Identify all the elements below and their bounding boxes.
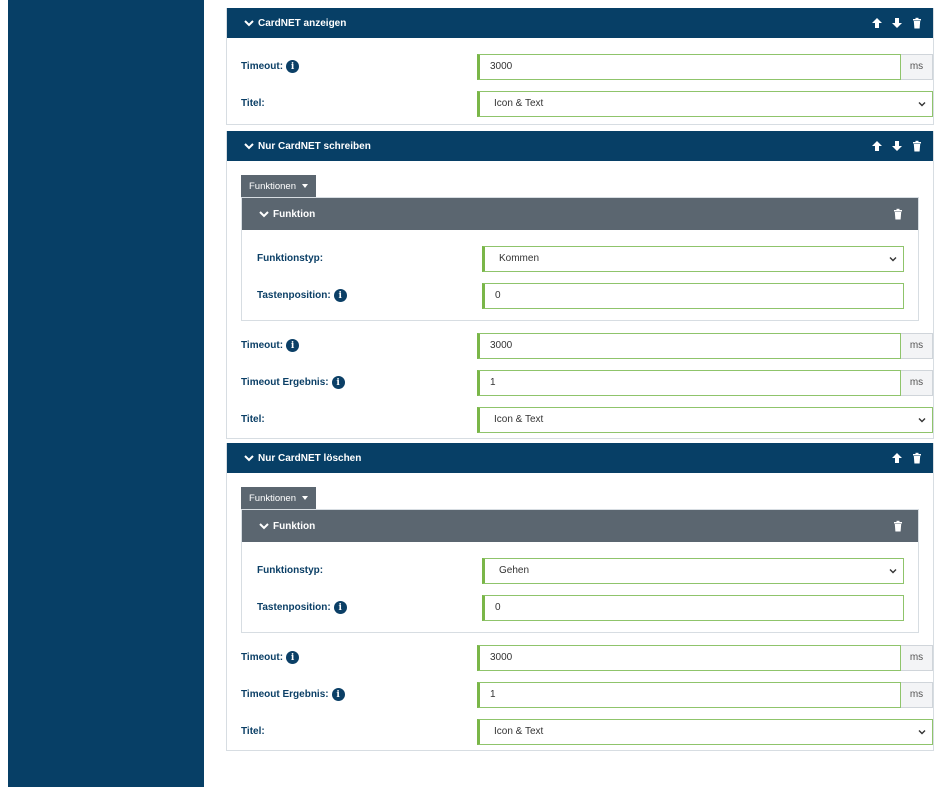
chevron-down-icon[interactable] (258, 520, 270, 532)
titel-select[interactable]: Icon & Text (477, 718, 933, 745)
info-icon[interactable]: i (286, 60, 300, 73)
chevron-down-icon[interactable] (243, 452, 255, 464)
funktionen-dropdown-label: Funktionen (249, 492, 297, 504)
section-header[interactable]: CardNET anzeigen (227, 8, 933, 38)
tastenposition-label: Tastenposition: (257, 602, 331, 613)
info-icon[interactable]: i (333, 601, 347, 614)
unit-addon: ms (901, 53, 933, 80)
funktionstyp-value: Gehen (499, 565, 530, 576)
funktionstyp-value: Kommen (499, 253, 540, 264)
section-nur-cardnet-loeschen: Nur CardNET löschen Funktionen Funktion (226, 443, 934, 751)
titel-row: Titel: Icon & Text (241, 85, 933, 122)
function-header[interactable]: Funktion (242, 198, 918, 230)
chevron-down-icon (918, 417, 926, 422)
function-header[interactable]: Funktion (242, 510, 918, 542)
tastenposition-input[interactable]: 0 (482, 594, 904, 621)
funktionstyp-row: Funktionstyp: Gehen (257, 552, 904, 589)
unit-addon: ms (901, 332, 933, 359)
arrow-up-icon[interactable] (871, 140, 883, 152)
timeout-label: Timeout: (241, 61, 284, 72)
section-header[interactable]: Nur CardNET löschen (227, 443, 933, 473)
caret-down-icon (302, 184, 309, 188)
timeout-row: Timeout: i 3000 ms (241, 48, 933, 85)
tastenposition-row: Tastenposition: i 0 (257, 589, 904, 626)
titel-label: Titel: (241, 726, 265, 737)
chevron-down-icon[interactable] (243, 17, 255, 29)
timeout-ergebnis-input[interactable]: 1 (477, 369, 901, 396)
timeout-ergebnis-label: Timeout Ergebnis: (241, 689, 329, 700)
funktionen-dropdown[interactable]: Funktionen (241, 175, 317, 197)
funktionen-dropdown-label: Funktionen (249, 180, 297, 192)
info-icon[interactable]: i (333, 289, 347, 302)
titel-select-value: Icon & Text (494, 414, 544, 425)
info-icon[interactable]: i (286, 339, 300, 352)
function-title: Funktion (273, 208, 316, 220)
chevron-down-icon (889, 256, 897, 261)
arrow-up-icon[interactable] (871, 17, 883, 29)
titel-label: Titel: (241, 98, 265, 109)
caret-down-icon (302, 496, 309, 500)
titel-row: Titel: Icon & Text (241, 713, 933, 750)
timeout-label: Timeout: (241, 340, 284, 351)
trash-icon[interactable] (911, 452, 923, 464)
titel-select[interactable]: Icon & Text (477, 90, 933, 117)
tastenposition-row: Tastenposition: i 0 (257, 277, 904, 314)
timeout-input[interactable]: 3000 (477, 332, 901, 359)
titel-label: Titel: (241, 414, 265, 425)
section-nur-cardnet-schreiben: Nur CardNET schreiben Funktionen Funktio… (226, 131, 934, 439)
chevron-down-icon[interactable] (258, 208, 270, 220)
timeout-row: Timeout: i 3000 ms (241, 639, 933, 676)
function-panel: Funktion Funktionstyp: Kommen Tastenposi… (241, 197, 919, 321)
section-title: CardNET anzeigen (258, 17, 347, 29)
timeout-input[interactable]: 3000 (477, 644, 901, 671)
unit-addon: ms (901, 369, 933, 396)
arrow-down-icon[interactable] (891, 17, 903, 29)
section-cardnet-anzeigen: CardNET anzeigen Timeout: i 3000 ms Titel… (226, 8, 934, 125)
tastenposition-label: Tastenposition: (257, 290, 331, 301)
chevron-down-icon[interactable] (243, 140, 255, 152)
timeout-row: Timeout: i 3000 ms (241, 327, 933, 364)
unit-addon: ms (901, 681, 933, 708)
arrow-down-icon[interactable] (891, 140, 903, 152)
titel-select-value: Icon & Text (494, 98, 544, 109)
function-title: Funktion (273, 520, 316, 532)
chevron-down-icon (918, 729, 926, 734)
section-header[interactable]: Nur CardNET schreiben (227, 131, 933, 161)
funktionstyp-label: Funktionstyp: (257, 565, 324, 576)
trash-icon[interactable] (911, 17, 923, 29)
titel-select[interactable]: Icon & Text (477, 406, 933, 433)
unit-addon: ms (901, 644, 933, 671)
section-title: Nur CardNET löschen (258, 452, 362, 464)
timeout-ergebnis-row: Timeout Ergebnis: i 1 ms (241, 676, 933, 713)
tastenposition-input[interactable]: 0 (482, 282, 904, 309)
timeout-label: Timeout: (241, 652, 284, 663)
trash-icon[interactable] (892, 208, 904, 220)
info-icon[interactable]: i (286, 651, 300, 664)
funktionstyp-select[interactable]: Gehen (482, 557, 904, 584)
info-icon[interactable]: i (331, 688, 345, 701)
main-content: CardNET anzeigen Timeout: i 3000 ms Titel… (226, 8, 934, 751)
trash-icon[interactable] (911, 140, 923, 152)
chevron-down-icon (889, 568, 897, 573)
chevron-down-icon (918, 101, 926, 106)
info-icon[interactable]: i (331, 376, 345, 389)
arrow-up-icon[interactable] (891, 452, 903, 464)
timeout-input[interactable]: 3000 (477, 53, 901, 80)
funktionstyp-row: Funktionstyp: Kommen (257, 240, 904, 277)
section-title: Nur CardNET schreiben (258, 140, 371, 152)
funktionstyp-label: Funktionstyp: (257, 253, 324, 264)
trash-icon[interactable] (892, 520, 904, 532)
titel-select-value: Icon & Text (494, 726, 544, 737)
timeout-ergebnis-label: Timeout Ergebnis: (241, 377, 329, 388)
sidebar (8, 0, 204, 787)
funktionen-dropdown[interactable]: Funktionen (241, 487, 317, 509)
function-panel: Funktion Funktionstyp: Gehen Tastenposit… (241, 509, 919, 633)
timeout-ergebnis-row: Timeout Ergebnis: i 1 ms (241, 364, 933, 401)
titel-row: Titel: Icon & Text (241, 401, 933, 438)
funktionstyp-select[interactable]: Kommen (482, 245, 904, 272)
timeout-ergebnis-input[interactable]: 1 (477, 681, 901, 708)
